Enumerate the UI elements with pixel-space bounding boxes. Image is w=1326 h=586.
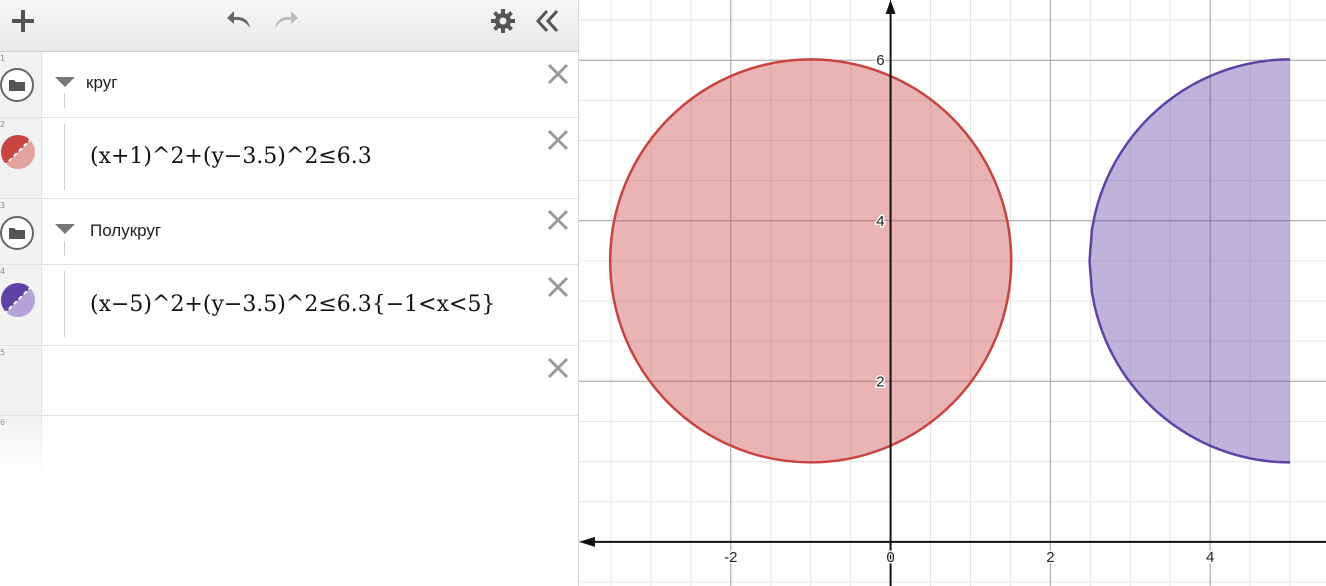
collapse-triangle-icon[interactable] (54, 223, 76, 235)
folder-row[interactable]: 1 круг (0, 52, 578, 118)
plus-icon[interactable] (10, 8, 36, 34)
folder-row[interactable]: 3 Полукруг (0, 199, 578, 265)
row-number: 5 (0, 348, 6, 357)
row-number: 3 (0, 201, 6, 210)
x-tick-label: 0 (886, 549, 894, 566)
row-gutter: 5 (0, 346, 42, 415)
folder-guide-line (64, 241, 65, 256)
expression-toolbar (0, 0, 578, 52)
x-axis-arrow (579, 536, 595, 547)
graph-canvas[interactable]: -2 0 2 4 2 4 6 (579, 0, 1326, 586)
row-gutter: 1 (0, 52, 42, 117)
redo-icon[interactable] (271, 8, 299, 34)
row-number: 4 (0, 267, 6, 276)
folder-title[interactable]: Полукруг (90, 221, 161, 241)
collapse-triangle-icon[interactable] (54, 76, 76, 88)
expression-latex[interactable]: (x−5)^2+(y−3.5)^2≤6.3{−1<x<5} (90, 292, 534, 317)
folder-icon[interactable] (0, 68, 34, 102)
y-axis-arrow (885, 0, 896, 14)
empty-expression-row[interactable]: 5 (0, 346, 578, 416)
y-tick-label: 4 (876, 213, 884, 230)
list-fade (0, 416, 577, 476)
color-swatch-icon[interactable] (0, 282, 36, 318)
double-chevron-left-icon[interactable] (534, 8, 562, 34)
close-icon[interactable] (546, 275, 570, 299)
row-gutter: 3 (0, 199, 42, 264)
folder-guide-line (64, 124, 65, 190)
folder-icon[interactable] (0, 216, 34, 250)
circle-region (608, 58, 1013, 464)
row-number: 2 (0, 120, 6, 129)
half-circle-region (1089, 59, 1291, 463)
close-icon[interactable] (546, 62, 570, 86)
y-tick-label: 6 (876, 52, 884, 69)
close-icon[interactable] (546, 208, 570, 232)
undo-icon[interactable] (226, 8, 254, 34)
folder-guide-line (64, 93, 65, 108)
row-gutter: 4 (0, 265, 42, 345)
close-icon[interactable] (546, 128, 570, 152)
close-icon[interactable] (546, 356, 570, 380)
x-tick-label: 4 (1206, 549, 1214, 566)
expression-row[interactable]: 4 (x−5)^2+(y−3.5)^2≤6.3{−1<x<5} (0, 265, 578, 346)
color-swatch-icon[interactable] (0, 134, 36, 170)
x-tick-label: 2 (1046, 549, 1054, 566)
row-number: 1 (0, 54, 6, 63)
row-gutter: 2 (0, 118, 42, 198)
y-tick-label: 2 (876, 373, 884, 390)
expression-panel: 1 круг 2 (x+1)^2+(y−3.5)^2≤6.3 3 Полукру… (0, 0, 579, 586)
folder-guide-line (64, 271, 65, 337)
gear-icon[interactable] (490, 8, 516, 34)
x-tick-label: -2 (724, 549, 737, 566)
folder-title[interactable]: круг (86, 73, 117, 93)
graph-regions (608, 58, 1291, 464)
expression-row[interactable]: 2 (x+1)^2+(y−3.5)^2≤6.3 (0, 118, 578, 199)
expression-latex[interactable]: (x+1)^2+(y−3.5)^2≤6.3 (90, 144, 550, 169)
